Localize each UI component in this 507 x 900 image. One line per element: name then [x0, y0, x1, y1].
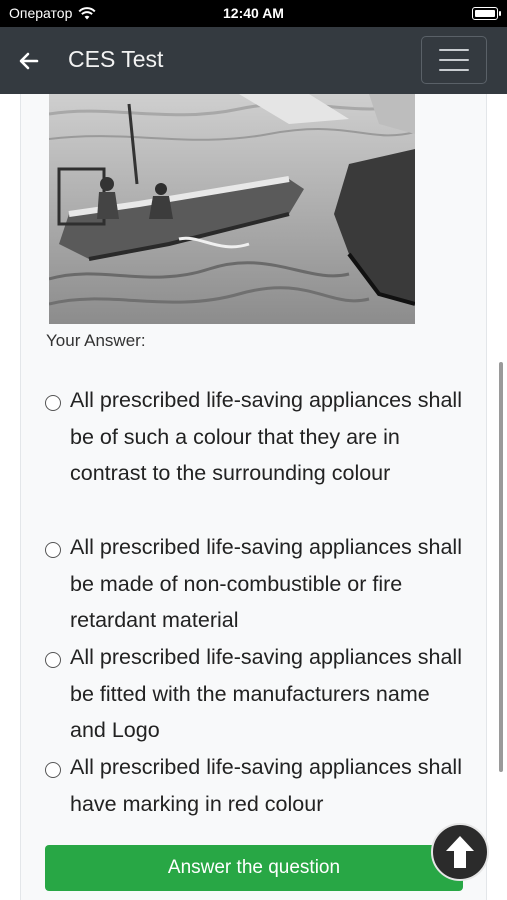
- back-button[interactable]: [14, 47, 44, 75]
- radio-button[interactable]: [45, 395, 61, 411]
- arrow-left-icon: [19, 52, 39, 70]
- app-header: CES Test: [0, 27, 507, 94]
- status-bar: Оператор 12:40 AM: [0, 0, 507, 27]
- battery-icon: [472, 7, 501, 20]
- answer-prompt: Your Answer:: [46, 331, 146, 350]
- question-card: Your Answer: All prescribed life-saving …: [20, 94, 487, 900]
- option-label[interactable]: All prescribed life-saving appliances sh…: [70, 382, 470, 492]
- option-label[interactable]: All prescribed life-saving appliances sh…: [70, 639, 470, 749]
- scroll-to-top-button[interactable]: [431, 823, 489, 881]
- hamburger-line: [439, 69, 469, 71]
- answer-question-button[interactable]: Answer the question: [45, 845, 463, 891]
- question-image: [49, 94, 415, 324]
- boat-illustration: [49, 94, 415, 324]
- radio-button[interactable]: [45, 762, 61, 778]
- page-title: CES Test: [68, 46, 164, 72]
- clock: 12:40 AM: [223, 5, 284, 21]
- radio-button[interactable]: [45, 542, 61, 558]
- option-label[interactable]: All prescribed life-saving appliances sh…: [70, 529, 470, 639]
- hamburger-line: [439, 59, 469, 61]
- option-label[interactable]: All prescribed life-saving appliances sh…: [70, 749, 470, 822]
- radio-button[interactable]: [45, 652, 61, 668]
- menu-toggle-button[interactable]: [421, 36, 487, 84]
- hamburger-menu-icon: [439, 49, 469, 51]
- arrow-up-circle-icon: [446, 836, 474, 868]
- scrollbar[interactable]: [499, 362, 503, 772]
